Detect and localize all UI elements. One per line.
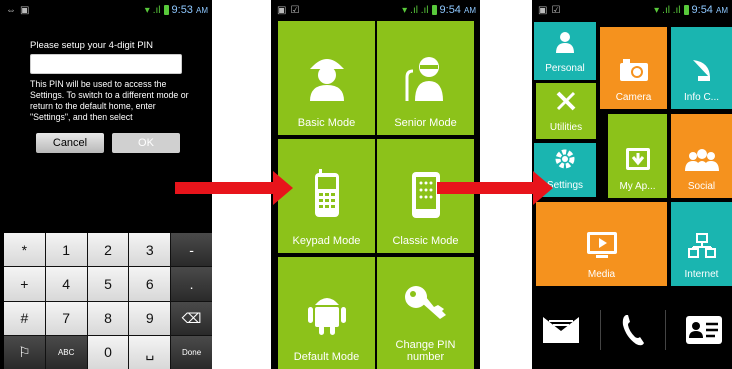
key-hash[interactable]: #	[4, 301, 45, 335]
tile-label: Camera	[615, 92, 652, 103]
swype-icon[interactable]: ⚐	[4, 335, 45, 369]
key-0[interactable]: 0	[87, 335, 129, 369]
key-plus[interactable]: +	[4, 267, 45, 301]
numeric-keypad: * 1 2 3 - + 4 5 6 . # 7 8 9 ⌫ ⚐ ABC 0 ␣ …	[4, 233, 212, 369]
backspace-icon[interactable]: ⌫	[171, 301, 212, 335]
smartphone-icon	[411, 172, 440, 218]
battery-icon	[431, 5, 437, 15]
boy-icon	[309, 59, 344, 101]
image-icon: ▣	[538, 4, 548, 16]
signal-icon: .ıl	[152, 4, 161, 16]
key-9[interactable]: 9	[129, 301, 171, 335]
status-bar: ▣ ☑ ▾ .ıl .ıl 9:54 AM	[271, 0, 480, 20]
key-1[interactable]: 1	[45, 233, 87, 267]
messaging-icon[interactable]	[541, 315, 581, 345]
tile-label: Senior Mode	[394, 117, 457, 129]
phone-icon[interactable]	[620, 313, 646, 347]
tile-label: Basic Mode	[297, 117, 356, 129]
divider	[664, 309, 666, 350]
space-key[interactable]: ␣	[129, 335, 171, 369]
clock: 9:53 AM	[171, 4, 208, 16]
check-icon: ☑	[551, 4, 561, 16]
status-bar: ⇔ ▣ ▾ .ıl 9:53 AM	[0, 0, 212, 20]
tile-my-apps[interactable]: My Ap...	[608, 114, 667, 198]
arrow-right-icon	[437, 171, 553, 205]
wifi-icon: ▾	[402, 4, 408, 16]
tile-basic-mode[interactable]: Basic Mode	[278, 21, 375, 135]
tile-senior-mode[interactable]: Senior Mode	[377, 21, 474, 135]
pin-input[interactable]	[30, 54, 182, 74]
notification-icon: ⇔	[6, 4, 16, 16]
network-icon	[687, 233, 716, 258]
dock-bar	[532, 290, 732, 369]
key-icon	[404, 286, 446, 319]
wifi-icon: ▾	[654, 4, 660, 16]
download-icon	[625, 148, 650, 170]
camera-icon	[619, 59, 648, 81]
tools-icon	[556, 91, 576, 111]
tile-default-mode[interactable]: Default Mode	[278, 257, 375, 369]
keypad-phone-icon	[314, 169, 339, 217]
tile-label: Internet	[684, 269, 719, 280]
satellite-dish-icon	[692, 60, 710, 81]
tile-social[interactable]: Social	[671, 114, 732, 198]
tile-info-center[interactable]: Info C...	[671, 27, 732, 109]
done-key[interactable]: Done	[171, 335, 212, 369]
tile-classic-mode[interactable]: Classic Mode	[377, 139, 474, 253]
tile-label: Utilities	[549, 122, 583, 133]
tile-camera[interactable]: Camera	[600, 27, 667, 109]
ok-button[interactable]: OK	[112, 133, 180, 153]
phone-home-screen: ▣ ☑ ▾ .ıl .ıl 9:54 AM Personal Camera Inf…	[532, 0, 732, 369]
pin-description: This PIN will be used to access the Sett…	[30, 79, 189, 122]
signal-icon: .ıl .ıl	[662, 4, 681, 16]
android-icon	[307, 298, 346, 335]
key-6[interactable]: 6	[129, 267, 171, 301]
tile-label: Keypad Mode	[292, 235, 361, 247]
key-3[interactable]: 3	[129, 233, 171, 267]
key-star[interactable]: *	[4, 233, 45, 267]
tile-personal[interactable]: Personal	[534, 22, 596, 80]
tile-utilities[interactable]: Utilities	[536, 83, 596, 139]
status-bar: ▣ ☑ ▾ .ıl .ıl 9:54 AM	[532, 0, 732, 20]
contacts-icon[interactable]	[685, 315, 723, 345]
image-icon: ▣	[20, 4, 30, 16]
tile-label: Social	[687, 181, 716, 192]
wifi-icon: ▾	[144, 4, 150, 16]
tile-change-pin[interactable]: Change PIN number	[377, 257, 474, 369]
battery-icon	[683, 5, 689, 15]
divider	[600, 309, 602, 350]
check-icon: ☑	[290, 4, 300, 16]
tile-label: Change PIN number	[395, 339, 456, 363]
clock: 9:54 AM	[691, 4, 728, 16]
pin-prompt: Please setup your 4-digit PIN	[30, 40, 154, 51]
clock: 9:54 AM	[439, 4, 476, 16]
key-4[interactable]: 4	[45, 267, 87, 301]
arrow-right-icon	[175, 171, 293, 205]
tile-media[interactable]: Media	[536, 202, 667, 286]
senior-icon	[405, 57, 443, 101]
tile-label: Personal	[545, 63, 585, 74]
image-icon: ▣	[277, 4, 287, 16]
key-minus[interactable]: -	[171, 233, 212, 267]
key-5[interactable]: 5	[87, 267, 129, 301]
tile-internet[interactable]: Internet	[671, 202, 732, 286]
tile-label: My Ap...	[619, 181, 656, 192]
signal-icon: .ıl .ıl	[410, 4, 429, 16]
tile-label: Default Mode	[293, 351, 360, 363]
play-screen-icon	[586, 232, 617, 258]
cancel-button[interactable]: Cancel	[36, 133, 104, 153]
people-icon	[684, 149, 719, 171]
key-7[interactable]: 7	[45, 301, 87, 335]
gear-icon	[555, 149, 575, 169]
tile-label: Info C...	[683, 92, 719, 103]
key-8[interactable]: 8	[87, 301, 129, 335]
tile-label: Media	[587, 269, 616, 280]
key-abc[interactable]: ABC	[45, 335, 87, 369]
key-period[interactable]: .	[171, 267, 212, 301]
key-2[interactable]: 2	[87, 233, 129, 267]
person-icon	[556, 32, 574, 53]
battery-icon	[163, 5, 169, 15]
tile-label: Classic Mode	[392, 235, 459, 247]
